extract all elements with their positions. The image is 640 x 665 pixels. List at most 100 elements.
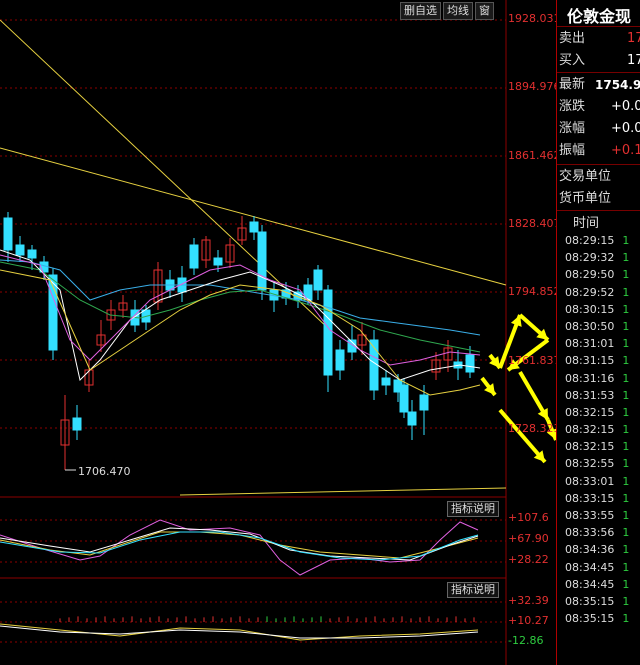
indicator-axis-label: +32.39 <box>508 594 549 607</box>
indicator-line <box>0 531 479 559</box>
candle-body <box>399 384 409 413</box>
indicator-line <box>0 527 479 561</box>
tick-time: 08:34:36 1 <box>565 543 630 557</box>
indicator-axis-label: +28.22 <box>508 553 549 566</box>
amplitude-row: 振幅 +0.1 <box>557 140 640 162</box>
ma-line <box>0 269 481 396</box>
sell-row: 卖出 17 <box>557 28 640 50</box>
tick-volume: 1 <box>622 354 630 368</box>
candle-body <box>381 377 391 386</box>
candle-body <box>407 411 417 426</box>
candle-body <box>419 394 429 411</box>
instrument-title: 伦敦金现 <box>567 7 632 26</box>
quote-panel: 伦敦金现 卖出 17 买入 17 最新 1754.9 涨跌 +0.0 涨幅 +0… <box>556 0 640 665</box>
candle-body <box>72 417 82 431</box>
tick-time: 08:30:50 1 <box>565 319 630 333</box>
delete-watchlist-button[interactable]: 删自选 <box>400 2 441 20</box>
indicator-axis-label: +10.27 <box>508 614 549 627</box>
price-axis-label: 1828.407 <box>508 217 561 230</box>
tick-volume: 1 <box>622 509 630 522</box>
price-axis-label: 1761.837 <box>508 354 561 367</box>
tick-volume: 1 <box>622 234 630 247</box>
tick-volume: 1 <box>622 526 630 540</box>
candle-body <box>323 289 333 376</box>
price-axis-label: 1794.852 <box>508 285 561 298</box>
ma-line <box>0 259 481 336</box>
sell-value: 17 <box>627 31 640 46</box>
tick-volume: 1 <box>622 319 630 333</box>
tick-volume: 1 <box>622 543 630 557</box>
tick-time: 08:32:55 1 <box>565 457 630 471</box>
tick-time: 08:29:52 1 <box>565 285 630 299</box>
trendline <box>179 487 507 496</box>
tick-volume: 1 <box>622 457 630 471</box>
indicator-line <box>0 519 479 576</box>
indicator-line <box>0 531 479 561</box>
tick-volume: 1 <box>622 337 630 351</box>
tick-time: 08:31:53 1 <box>565 388 630 402</box>
sell-label: 卖出 <box>559 31 586 46</box>
indicator-help-button[interactable]: 指标说明 <box>447 582 499 598</box>
buy-value: 17 <box>627 53 640 68</box>
tick-volume: 1 <box>622 405 630 419</box>
percent-label: 涨幅 <box>559 121 586 136</box>
tick-time: 08:29:15 1 <box>565 234 630 247</box>
change-row: 涨跌 +0.0 <box>557 96 640 118</box>
tick-time-list[interactable]: 08:29:15 1 08:29:32 1 08:29:50 1 08:29:52 1 08:3… <box>565 232 640 627</box>
tick-time: 08:29:50 1 <box>565 268 630 282</box>
tick-volume: 1 <box>622 371 630 385</box>
last-label: 最新 <box>559 77 586 92</box>
change-label: 涨跌 <box>559 99 586 114</box>
candle-body <box>189 244 199 269</box>
indicator-axis-label: +107.6 <box>508 511 549 524</box>
tick-volume: 1 <box>622 285 630 299</box>
low-price-marker: 1706.470 <box>78 465 131 478</box>
tick-time: 08:31:01 1 <box>565 337 630 351</box>
moving-average-button[interactable]: 均线 <box>443 2 473 20</box>
tick-time: 08:34:45 1 <box>565 560 630 574</box>
tick-time: 08:32:15 1 <box>565 423 630 437</box>
candle-body <box>257 231 267 291</box>
tick-volume: 1 <box>622 474 630 488</box>
currency-unit-label: 货币单位 <box>559 191 612 206</box>
tick-volume: 1 <box>622 251 630 265</box>
tick-time: 08:33:55 1 <box>565 509 630 522</box>
tick-time: 08:35:15 1 <box>565 612 630 626</box>
window-button[interactable]: 窗 <box>475 2 494 20</box>
buy-label: 买入 <box>559 53 586 68</box>
tick-volume: 1 <box>622 491 630 505</box>
ma-line <box>0 261 481 353</box>
tick-time: 08:33:15 1 <box>565 491 630 505</box>
percent-row: 涨幅 +0.00 <box>557 118 640 140</box>
tick-time: 08:32:15 1 <box>565 440 630 454</box>
tick-volume: 1 <box>622 423 630 437</box>
price-axis-label: 1928.031 <box>508 12 561 25</box>
tick-volume: 1 <box>622 594 630 608</box>
candle-body <box>465 354 475 373</box>
candle-body <box>313 269 323 291</box>
tick-time: 08:31:15 1 <box>565 354 630 368</box>
candle-body <box>27 249 37 259</box>
percent-value: +0.00 <box>611 121 640 136</box>
tick-volume: 1 <box>622 268 630 282</box>
trade-unit-row: 交易单位 <box>557 166 640 188</box>
amplitude-value: +0.1 <box>611 143 640 158</box>
candle-body <box>15 244 25 256</box>
tick-time: 08:31:16 1 <box>565 371 630 385</box>
indicator-help-button[interactable]: 指标说明 <box>447 501 499 517</box>
candlestick-chart-area[interactable]: 删自选 均线 窗 1928.031 1894.976 1861.462 1828… <box>0 0 561 665</box>
price-axis-label: 1861.462 <box>508 149 561 162</box>
trade-unit-label: 交易单位 <box>559 169 612 184</box>
last-row: 最新 1754.9 <box>557 74 640 96</box>
candle-body <box>3 217 13 251</box>
indicator-axis-label: -12.86 <box>508 634 544 647</box>
chart-toolbar: 删自选 均线 窗 <box>400 2 494 20</box>
tick-volume: 1 <box>622 388 630 402</box>
tick-time: 08:32:15 1 <box>565 405 630 419</box>
tick-volume: 1 <box>622 577 630 591</box>
tick-volume: 1 <box>622 302 630 316</box>
price-axis-label: 1894.976 <box>508 80 561 93</box>
tick-time: 08:33:01 1 <box>565 474 630 488</box>
indicator-axis-label: +67.90 <box>508 532 549 545</box>
candlestick-chart[interactable] <box>0 0 556 665</box>
